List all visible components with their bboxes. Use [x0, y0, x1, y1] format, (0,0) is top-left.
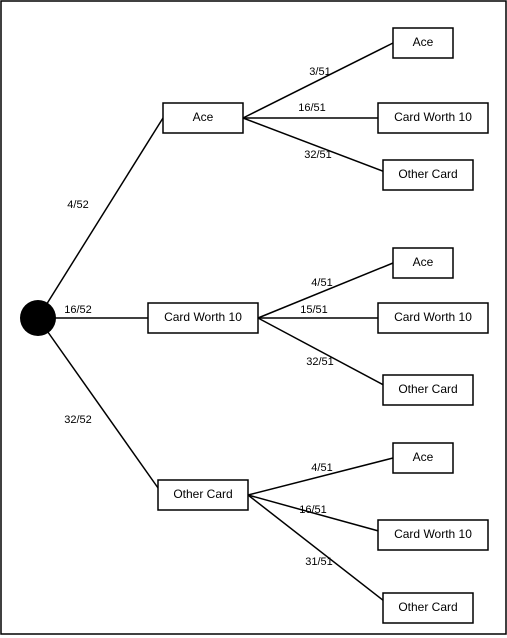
root-node — [20, 300, 56, 336]
prob-other-other: 31/51 — [305, 556, 333, 568]
label-other-ace: Ace — [413, 450, 434, 464]
label-other-cw10: Card Worth 10 — [394, 527, 472, 541]
label-other-other: Other Card — [398, 600, 457, 614]
edge-cw10-other — [258, 318, 393, 390]
prob-root-other: 32/52 — [64, 414, 92, 426]
label-cw10-1: Card Worth 10 — [164, 310, 242, 324]
label-cw10-ace: Ace — [413, 255, 434, 269]
edge-ace-other — [243, 118, 393, 175]
prob-cw10-ace: 4/51 — [311, 277, 332, 289]
prob-root-cw10: 16/52 — [64, 304, 92, 316]
prob-cw10-other: 32/51 — [306, 356, 334, 368]
label-ace1-ace: Ace — [413, 35, 434, 49]
label-ace1-cw10: Card Worth 10 — [394, 110, 472, 124]
prob-ace-other: 32/51 — [304, 149, 332, 161]
label-cw10-cw10: Card Worth 10 — [394, 310, 472, 324]
prob-root-ace: 4/52 — [67, 199, 88, 211]
label-ace1-other: Other Card — [398, 167, 457, 181]
prob-cw10-cw10: 15/51 — [300, 304, 328, 316]
probability-tree: 4/52 16/52 32/52 Ace Card Worth 10 Other… — [0, 0, 507, 635]
edge-root-ace — [38, 118, 163, 318]
prob-ace-cw10: 16/51 — [298, 102, 326, 114]
label-other1: Other Card — [173, 487, 232, 501]
prob-other-cw10: 16/51 — [299, 504, 327, 516]
edge-root-other — [38, 318, 163, 495]
prob-ace-ace: 3/51 — [309, 66, 330, 78]
prob-other-ace: 4/51 — [311, 462, 332, 474]
label-ace1: Ace — [193, 110, 214, 124]
label-cw10-other: Other Card — [398, 382, 457, 396]
